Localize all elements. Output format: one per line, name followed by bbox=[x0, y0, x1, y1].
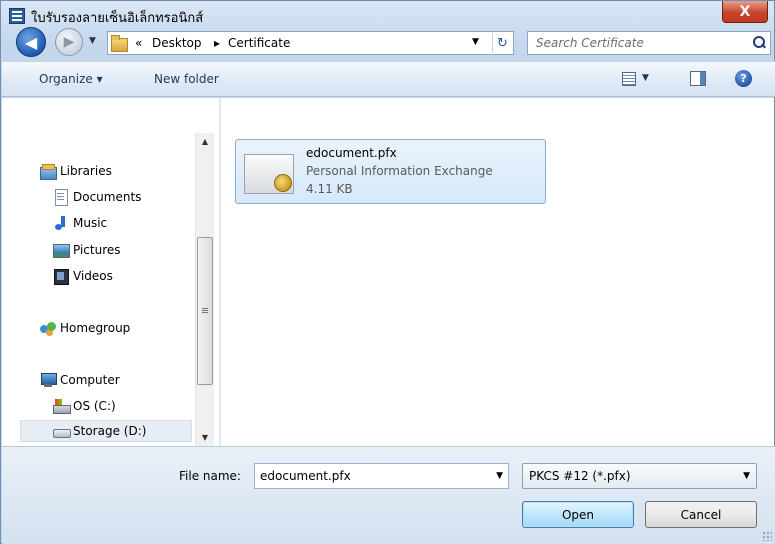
breadcrumb-separator-icon[interactable]: ▸ bbox=[214, 36, 220, 50]
nav-item-music[interactable]: Music bbox=[53, 212, 107, 234]
nav-item-label: Documents bbox=[73, 190, 142, 204]
file-size: 4.11 KB bbox=[306, 182, 353, 196]
file-item[interactable]: edocument.pfx Personal Information Excha… bbox=[235, 139, 546, 204]
grip-icon bbox=[202, 308, 208, 309]
organize-button[interactable]: Organize ▾ bbox=[39, 72, 103, 86]
breadcrumb-certificate[interactable]: Certificate bbox=[228, 36, 290, 50]
file-type-value: PKCS #12 (*.pfx) bbox=[529, 469, 631, 483]
scroll-thumb[interactable] bbox=[197, 237, 213, 385]
cancel-button[interactable]: Cancel bbox=[645, 501, 757, 528]
navigation-pane: Libraries Documents Music Pictures Video… bbox=[2, 98, 219, 446]
search-placeholder: Search Certificate bbox=[536, 36, 644, 50]
pictures-icon bbox=[53, 242, 70, 258]
nav-item-label: Music bbox=[73, 216, 108, 230]
file-name-value: edocument.pfx bbox=[260, 469, 351, 483]
windows-drive-icon bbox=[53, 398, 71, 414]
nav-item-homegroup[interactable]: Homegroup bbox=[40, 317, 130, 339]
nav-item-label: Computer bbox=[60, 373, 120, 387]
open-button[interactable]: Open bbox=[522, 501, 634, 528]
scroll-up-icon[interactable]: ▲ bbox=[196, 133, 214, 150]
dialog-footer: File name: edocument.pfx ▼ PKCS #12 (*.p… bbox=[2, 446, 775, 544]
nav-item-label: Storage (D:) bbox=[73, 424, 147, 438]
search-input[interactable]: Search Certificate bbox=[527, 31, 771, 55]
nav-item-label: Libraries bbox=[60, 164, 112, 178]
recent-pages-dropdown-icon[interactable]: ▼ bbox=[89, 36, 101, 48]
nav-item-documents[interactable]: Documents bbox=[53, 186, 141, 208]
nav-item-label: Pictures bbox=[73, 243, 121, 257]
file-open-dialog: ใบรับรองลายเซ็นอิเล็กทรอนิกส์ X ◀ ▶ ▼ « … bbox=[0, 0, 775, 544]
drive-icon bbox=[53, 423, 71, 439]
breadcrumb-desktop[interactable]: Desktop bbox=[152, 36, 202, 50]
computer-icon bbox=[40, 372, 57, 388]
nav-item-label: Homegroup bbox=[60, 321, 131, 335]
scroll-down-icon[interactable]: ▼ bbox=[196, 429, 214, 446]
preview-pane-icon[interactable] bbox=[690, 71, 706, 86]
nav-item-videos[interactable]: Videos bbox=[53, 265, 113, 287]
breadcrumb-overflow[interactable]: « bbox=[135, 36, 142, 50]
address-dropdown-icon[interactable]: ▼ bbox=[472, 37, 479, 47]
view-list-icon bbox=[622, 72, 636, 86]
nav-item-libraries[interactable]: Libraries bbox=[40, 160, 112, 182]
chevron-down-icon: ▼ bbox=[743, 471, 750, 481]
file-type: Personal Information Exchange bbox=[306, 164, 493, 178]
file-name-label: File name: bbox=[179, 469, 241, 483]
documents-icon bbox=[53, 189, 69, 206]
file-name: edocument.pfx bbox=[306, 146, 397, 160]
dialog-icon bbox=[9, 8, 25, 24]
file-name-input[interactable]: edocument.pfx ▼ bbox=[254, 463, 509, 489]
search-icon[interactable] bbox=[752, 36, 766, 50]
nav-item-storage-drive[interactable]: Storage (D:) bbox=[20, 420, 192, 442]
address-bar[interactable]: « Desktop ▸ Certificate ▼ ↻ bbox=[107, 31, 514, 55]
new-folder-button[interactable]: New folder bbox=[154, 72, 219, 86]
nav-item-label: Videos bbox=[73, 269, 113, 283]
chevron-down-icon: ▼ bbox=[642, 73, 649, 83]
nav-scrollbar[interactable]: ▲ ▼ bbox=[195, 133, 214, 446]
back-button[interactable]: ◀ bbox=[16, 27, 46, 57]
help-icon[interactable]: ? bbox=[735, 70, 752, 87]
nav-item-pictures[interactable]: Pictures bbox=[53, 239, 121, 261]
folder-icon bbox=[111, 35, 129, 52]
nav-item-label: OS (C:) bbox=[73, 399, 116, 413]
file-type-select[interactable]: PKCS #12 (*.pfx) ▼ bbox=[522, 463, 757, 489]
nav-item-computer[interactable]: Computer bbox=[40, 369, 120, 391]
window-title: ใบรับรองลายเซ็นอิเล็กทรอนิกส์ bbox=[31, 11, 204, 26]
command-bar: Organize ▾ New folder ▼ ? bbox=[2, 61, 775, 97]
resize-grip-icon[interactable] bbox=[762, 531, 772, 541]
change-view-button[interactable]: ▼ bbox=[622, 70, 652, 88]
music-icon bbox=[53, 215, 69, 231]
certificate-file-icon bbox=[242, 146, 298, 198]
videos-icon bbox=[53, 268, 69, 285]
file-list: edocument.pfx Personal Information Excha… bbox=[221, 98, 774, 446]
close-button[interactable]: X bbox=[722, 1, 768, 23]
chevron-down-icon[interactable]: ▼ bbox=[496, 471, 503, 481]
forward-button[interactable]: ▶ bbox=[55, 28, 83, 56]
homegroup-icon bbox=[40, 320, 56, 336]
libraries-icon bbox=[40, 163, 57, 180]
nav-item-os-drive[interactable]: OS (C:) bbox=[53, 395, 116, 417]
refresh-icon[interactable]: ↻ bbox=[492, 33, 512, 53]
